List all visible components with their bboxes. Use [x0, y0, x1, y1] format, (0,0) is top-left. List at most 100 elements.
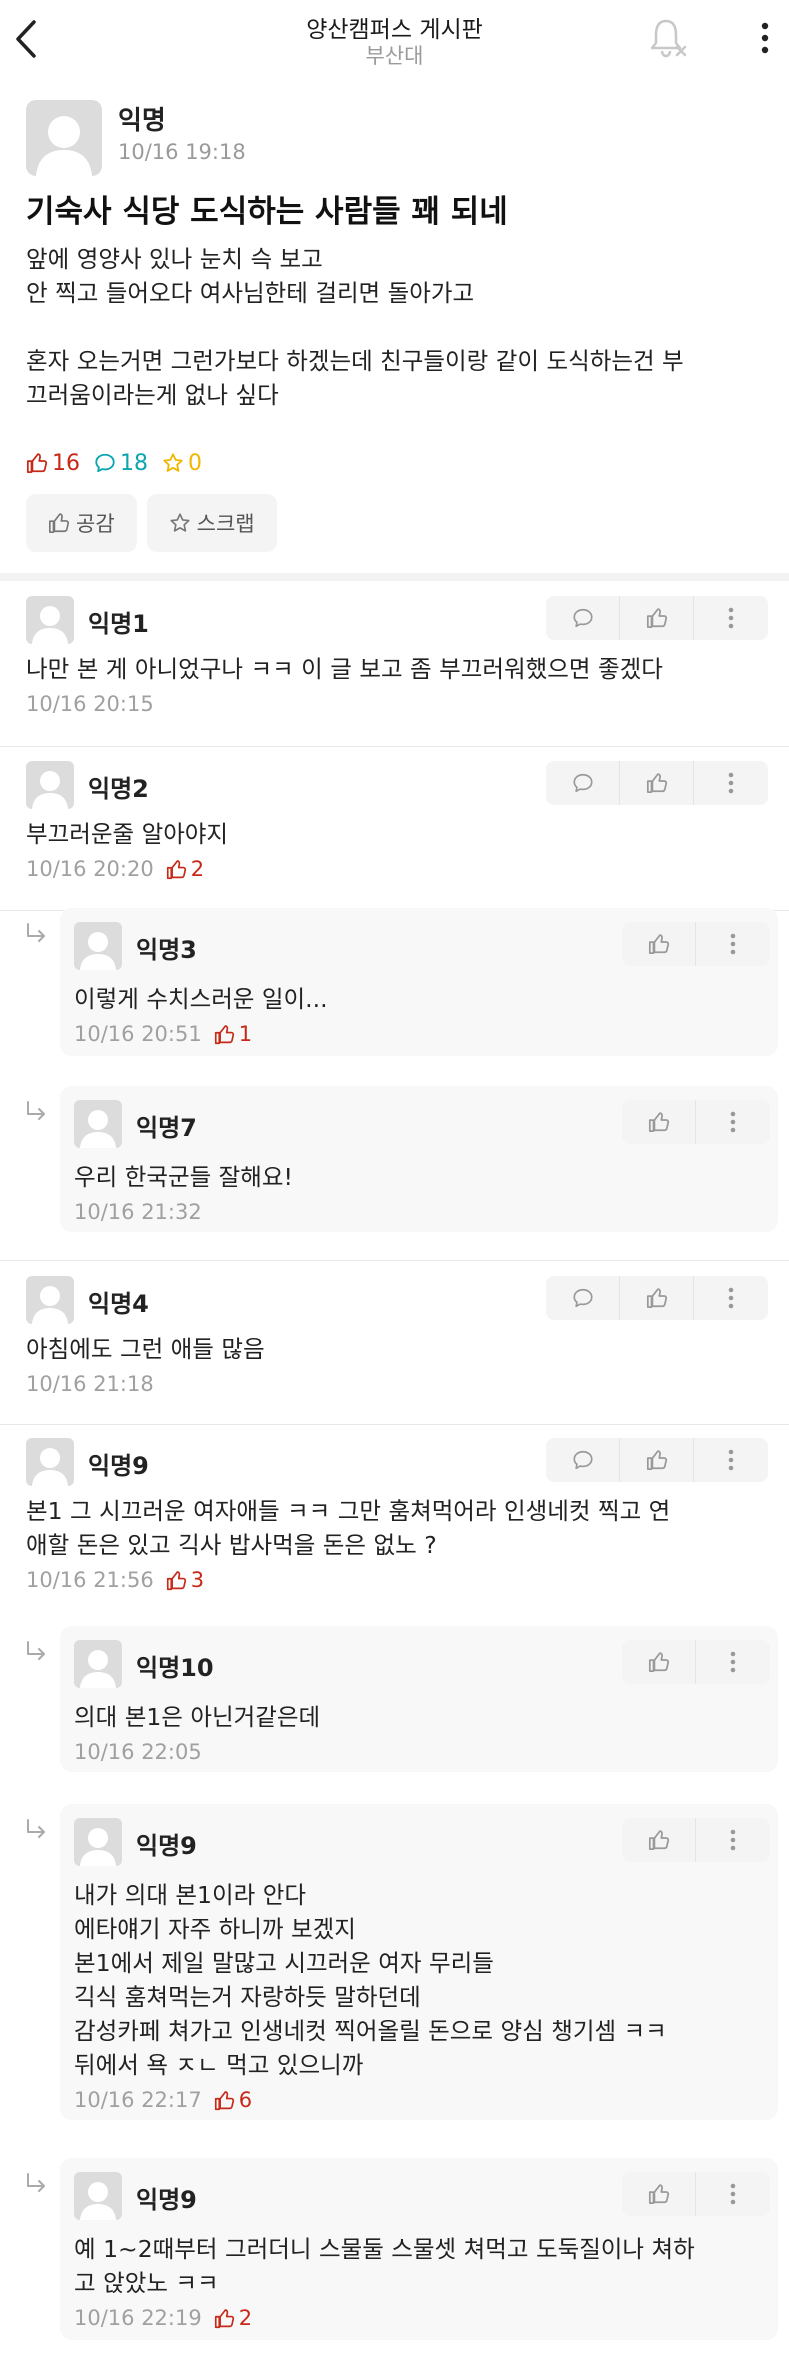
thumbs-up-icon: [214, 2090, 234, 2110]
reply-comment: 익명9 예 1~2때부터 그러더니 스물둘 스물셋 쳐먹고 도둑질이나 쳐하 고 …: [0, 2158, 789, 2354]
more-vertical-icon: [730, 1111, 736, 1133]
more-vertical-icon: [728, 1449, 734, 1471]
more-options-button[interactable]: [748, 14, 782, 62]
comment-more-button[interactable]: [694, 1438, 768, 1482]
post-actions: 공감 스크랩: [26, 494, 287, 552]
thumbs-up-icon: [648, 1830, 669, 1851]
default-avatar-icon: [36, 116, 92, 176]
reply-arrow-icon: [27, 1819, 45, 1838]
comment-time: 10/16 21:18: [26, 1372, 154, 1396]
comment-like-value: 2: [238, 2306, 253, 2330]
default-avatar-icon: [80, 1110, 116, 1148]
more-vertical-icon: [730, 1829, 736, 1851]
comment-time: 10/16 21:56: [26, 1568, 154, 1592]
comment-divider: [0, 1260, 789, 1261]
avatar: [74, 1640, 122, 1688]
avatar: [26, 596, 74, 644]
like-button[interactable]: 공감: [26, 494, 137, 552]
comment-more-button[interactable]: [696, 1818, 770, 1862]
comment-author: 익명10: [136, 1654, 214, 1682]
comment-more-button[interactable]: [696, 2172, 770, 2216]
comment-time: 10/16 21:32: [74, 1200, 202, 1224]
reply-comment: 익명3 이렇게 수치스러운 일이... 10/16 20:51 1: [0, 908, 789, 1070]
comment-more-button[interactable]: [694, 596, 768, 640]
comment-count-value: 18: [120, 450, 148, 476]
avatar: [74, 1100, 122, 1148]
thumbs-up-icon: [214, 2308, 234, 2328]
comment-like-count: 6: [214, 2088, 252, 2112]
like-comment-button[interactable]: [620, 1438, 694, 1482]
star-icon: [170, 513, 190, 532]
comment-meta: 10/16 21:18: [26, 1372, 154, 1396]
avatar: [26, 1438, 74, 1486]
comment-more-button[interactable]: [696, 1100, 770, 1144]
avatar: [26, 761, 74, 809]
thumbs-up-icon: [49, 513, 70, 533]
default-avatar-icon: [80, 1828, 116, 1866]
comment-time: 10/16 20:15: [26, 692, 154, 716]
scrap-button[interactable]: 스크랩: [146, 494, 277, 552]
comment-like-count: 3: [166, 1568, 204, 1592]
comment-time: 10/16 20:51: [74, 1022, 202, 1046]
comment-text: 예 1~2때부터 그러더니 스물둘 스물셋 쳐먹고 도둑질이나 쳐하 고 앉았노…: [74, 2235, 695, 2297]
comment-text: 이렇게 수치스러운 일이...: [74, 985, 328, 1013]
post-author: 익명: [118, 106, 166, 136]
like-comment-button[interactable]: [620, 1276, 694, 1320]
star-icon: [163, 453, 183, 472]
comment-text: 우리 한국군들 잘해요!: [74, 1163, 293, 1191]
reply-arrow-icon: [27, 2173, 45, 2192]
avatar: [74, 2172, 122, 2220]
reply-indicator: [24, 922, 48, 946]
comment: 익명1 나만 본 게 아니었구나 ㅋㅋ 이 글 보고 좀 부끄러워했으면 좋겠다 1…: [0, 590, 789, 740]
comment-like-count: 2: [214, 2306, 252, 2330]
avatar: [74, 1818, 122, 1866]
reply-button[interactable]: [546, 761, 620, 805]
like-count: 16: [26, 451, 80, 476]
comment-meta: 10/16 21:32: [74, 1200, 202, 1224]
like-comment-button[interactable]: [622, 922, 696, 966]
default-avatar-icon: [80, 932, 116, 970]
notification-toggle-button[interactable]: [646, 14, 690, 62]
like-comment-button[interactable]: [622, 1818, 696, 1862]
comment-actions: [622, 1640, 770, 1684]
more-vertical-icon: [761, 22, 769, 54]
comment-meta: 10/16 22:17 6: [74, 2088, 252, 2112]
comment-like-count: 2: [166, 857, 204, 881]
comment-author: 익명9: [88, 1452, 149, 1480]
thumbs-up-icon: [646, 1288, 667, 1309]
more-vertical-icon: [730, 2183, 736, 2205]
comment-more-button[interactable]: [696, 1640, 770, 1684]
comment-actions: [546, 761, 768, 805]
comment-time: 10/16 22:19: [74, 2306, 202, 2330]
reply-indicator: [24, 1640, 48, 1664]
reply-button[interactable]: [546, 1438, 620, 1482]
comment-more-button[interactable]: [694, 761, 768, 805]
comment-actions: [546, 1276, 768, 1320]
comment-like-value: 6: [238, 2088, 253, 2112]
like-comment-button[interactable]: [622, 1640, 696, 1684]
comment-more-button[interactable]: [694, 1276, 768, 1320]
like-comment-button[interactable]: [620, 596, 694, 640]
like-comment-button[interactable]: [622, 1100, 696, 1144]
comment-time: 10/16 20:20: [26, 857, 154, 881]
thumbs-up-icon: [646, 1450, 667, 1471]
reply-button[interactable]: [546, 596, 620, 640]
comment-author: 익명9: [136, 2186, 197, 2214]
comment-text: 부끄러운줄 알아야지: [26, 820, 229, 848]
like-comment-button[interactable]: [622, 2172, 696, 2216]
reply-comment: 익명9 내가 의대 본1이라 안다 에타얘기 자주 하니까 보겠지 본1에서 제일…: [0, 1804, 789, 2134]
post-stats: 16 18 0: [26, 448, 216, 478]
reply-indicator: [24, 2172, 48, 2196]
comment-author: 익명9: [136, 1832, 197, 1860]
comment-more-button[interactable]: [696, 922, 770, 966]
scrap-button-label: 스크랩: [196, 512, 255, 536]
like-comment-button[interactable]: [620, 761, 694, 805]
speech-bubble-icon: [95, 453, 115, 473]
default-avatar-icon: [32, 771, 68, 809]
reply-button[interactable]: [546, 1276, 620, 1320]
avatar: [74, 922, 122, 970]
more-vertical-icon: [728, 772, 734, 794]
comment-actions: [622, 922, 770, 966]
more-vertical-icon: [728, 607, 734, 629]
comment-author: 익명4: [88, 1290, 149, 1318]
